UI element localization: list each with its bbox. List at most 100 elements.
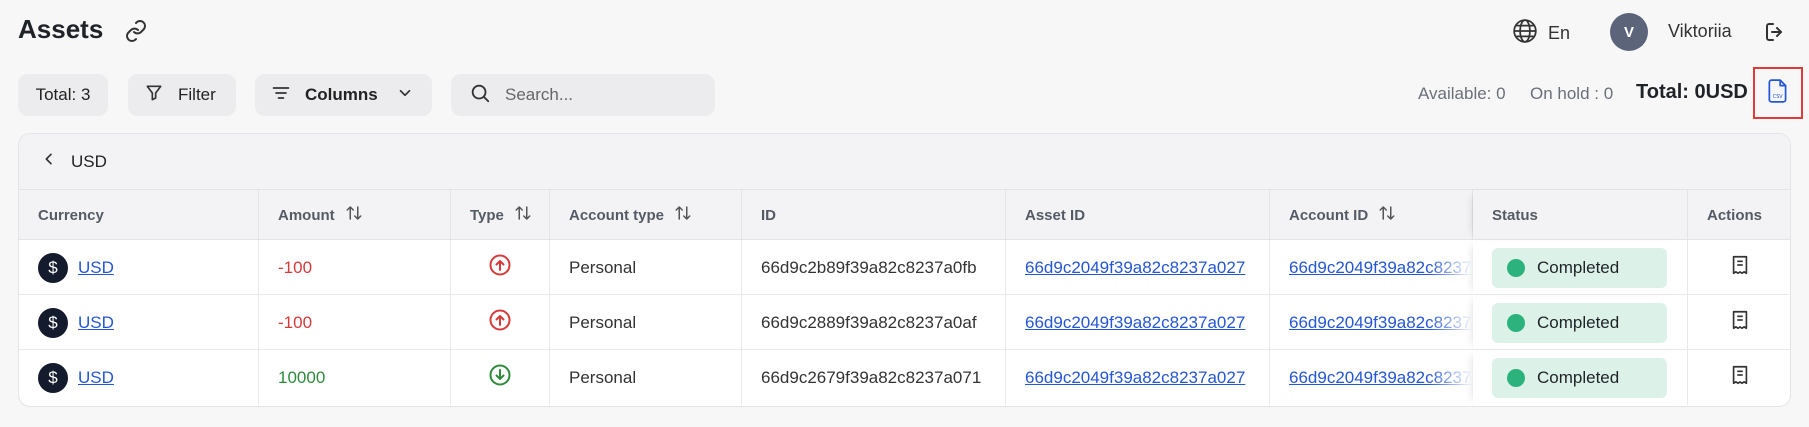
account-id-link[interactable]: 66d9c2049f39a82c8237a027 — [1289, 258, 1472, 278]
currency-cell: $ USD — [19, 295, 259, 350]
filter-icon — [144, 83, 164, 108]
chevron-left-icon — [41, 151, 57, 172]
currency-link[interactable]: USD — [78, 258, 114, 278]
account-id-link[interactable]: 66d9c2049f39a82c8237a027 — [1289, 368, 1472, 388]
filter-button[interactable]: Filter — [128, 74, 236, 116]
dollar-icon: $ — [38, 362, 68, 393]
type-cell — [451, 350, 550, 405]
account-type-cell: Personal — [550, 295, 742, 350]
column-header-currency: Currency — [19, 190, 259, 240]
table-row: $ USD -100 Personal 66d9c2b89f39a82c8237… — [19, 240, 1790, 295]
account-id-cell: 66d9c2049f39a82c8237a027 — [1270, 350, 1473, 405]
total-balance: Total: 0USD — [1636, 81, 1748, 103]
top-bar: Assets En V Viktoriia — [0, 0, 1809, 64]
on-hold-balance: On hold : 0 — [1530, 84, 1614, 103]
search-icon — [469, 82, 491, 109]
dollar-icon: $ — [38, 307, 68, 338]
language-selector[interactable]: En — [1512, 18, 1570, 49]
account-type-cell: Personal — [550, 350, 742, 405]
dollar-icon: $ — [38, 252, 68, 283]
search-input[interactable] — [505, 85, 705, 105]
total-count-badge: Total: 3 — [18, 74, 108, 116]
status-cell: Completed — [1473, 350, 1688, 405]
status-label: Completed — [1537, 367, 1620, 387]
account-id-cell: 66d9c2049f39a82c8237a027 — [1270, 240, 1473, 295]
total-count-label: Total: 3 — [35, 85, 91, 104]
amount-cell: -100 — [259, 295, 451, 350]
receipt-icon[interactable] — [1729, 364, 1751, 391]
filter-label: Filter — [178, 85, 216, 104]
search-box[interactable] — [451, 74, 715, 116]
available-balance: Available: 0 — [1418, 84, 1506, 103]
asset-id-link[interactable]: 66d9c2049f39a82c8237a027 — [1025, 368, 1245, 388]
account-type-cell: Personal — [550, 240, 742, 295]
outgoing-arrow-icon — [488, 253, 512, 282]
column-header-actions: Actions — [1707, 206, 1763, 224]
logout-icon[interactable] — [1763, 20, 1787, 44]
status-badge: Completed — [1492, 357, 1667, 398]
svg-text:CSV: CSV — [1773, 94, 1783, 100]
columns-icon — [271, 83, 291, 108]
columns-label: Columns — [305, 85, 378, 104]
currency-cell: $ USD — [19, 240, 259, 295]
asset-id-cell: 66d9c2049f39a82c8237a027 — [1006, 295, 1270, 350]
status-badge: Completed — [1492, 247, 1667, 288]
status-cell: Completed — [1473, 240, 1688, 295]
asset-id-link[interactable]: 66d9c2049f39a82c8237a027 — [1025, 258, 1245, 278]
username[interactable]: Viktoriia — [1668, 21, 1732, 42]
currency-link[interactable]: USD — [78, 313, 114, 333]
asset-id-cell: 66d9c2049f39a82c8237a027 — [1006, 240, 1270, 295]
chevron-down-icon — [396, 84, 414, 107]
sort-icon[interactable] — [514, 204, 532, 226]
status-dot-icon — [1507, 313, 1525, 332]
export-csv-button[interactable]: CSV — [1753, 67, 1803, 119]
column-header-amount: Amount — [259, 190, 451, 240]
assets-table-card: USD Currency Amount Type Account type ID… — [18, 133, 1791, 407]
account-id-link[interactable]: 66d9c2049f39a82c8237a027 — [1289, 313, 1472, 333]
status-dot-icon — [1507, 368, 1525, 387]
currency-cell: $ USD — [19, 350, 259, 405]
amount-cell: -100 — [259, 240, 451, 295]
receipt-icon[interactable] — [1729, 254, 1751, 281]
id-cell: 66d9c2b89f39a82c8237a0fb — [742, 240, 1006, 295]
asset-id-link[interactable]: 66d9c2049f39a82c8237a027 — [1025, 313, 1245, 333]
status-badge: Completed — [1492, 302, 1667, 343]
group-back-button[interactable]: USD — [19, 134, 1790, 190]
column-header-account-type: Account type — [550, 190, 742, 240]
globe-icon — [1512, 18, 1538, 49]
id-cell: 66d9c2889f39a82c8237a0af — [742, 295, 1006, 350]
group-label: USD — [71, 151, 107, 171]
receipt-icon[interactable] — [1729, 309, 1751, 336]
column-header-asset-id: Asset ID — [1006, 190, 1270, 240]
sort-icon[interactable] — [1378, 204, 1396, 226]
link-icon[interactable] — [124, 19, 148, 43]
page-title: Assets — [18, 14, 104, 44]
actions-cell — [1688, 350, 1790, 405]
columns-button[interactable]: Columns — [255, 74, 432, 116]
column-header-account-id: Account ID — [1270, 190, 1473, 240]
table-row: $ USD 10000 Personal 66d9c2679f39a82c823… — [19, 350, 1790, 405]
incoming-arrow-icon — [488, 363, 512, 392]
sort-icon[interactable] — [674, 204, 692, 226]
column-header-type: Type — [451, 190, 550, 240]
language-label: En — [1548, 23, 1571, 43]
avatar[interactable]: V — [1610, 13, 1648, 51]
column-header-status: Status — [1473, 190, 1688, 240]
status-cell: Completed — [1473, 295, 1688, 350]
type-cell — [451, 295, 550, 350]
column-header-id: ID — [742, 190, 1006, 240]
table-header: Currency Amount Type Account type ID Ass… — [19, 190, 1790, 240]
sort-icon[interactable] — [345, 204, 363, 226]
type-cell — [451, 240, 550, 295]
id-cell: 66d9c2679f39a82c8237a071 — [742, 350, 1006, 405]
actions-cell — [1688, 240, 1790, 295]
actions-cell — [1688, 295, 1790, 350]
table-row: $ USD -100 Personal 66d9c2889f39a82c8237… — [19, 295, 1790, 350]
status-label: Completed — [1537, 312, 1620, 332]
asset-id-cell: 66d9c2049f39a82c8237a027 — [1006, 350, 1270, 405]
account-id-cell: 66d9c2049f39a82c8237a027 — [1270, 295, 1473, 350]
status-label: Completed — [1537, 257, 1620, 277]
outgoing-arrow-icon — [488, 308, 512, 337]
currency-link[interactable]: USD — [78, 368, 114, 388]
status-dot-icon — [1507, 258, 1525, 277]
